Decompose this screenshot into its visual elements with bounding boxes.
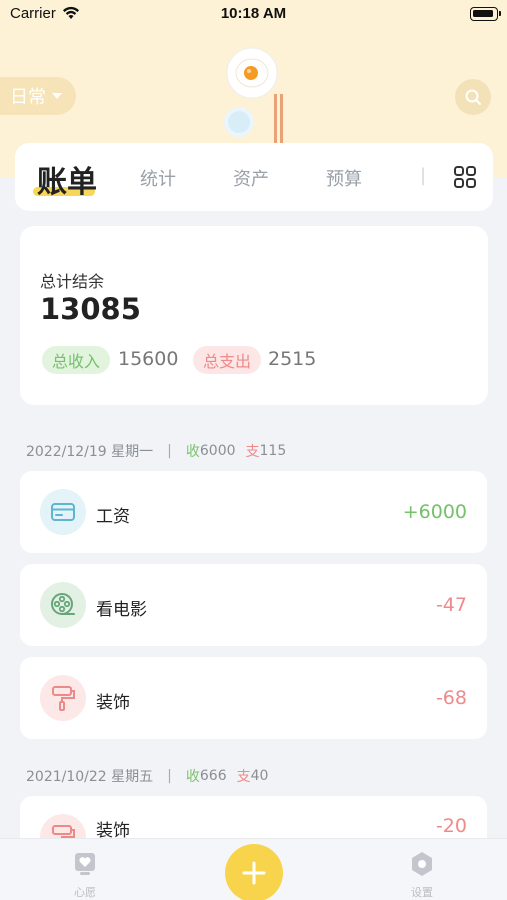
plus-icon [242, 861, 266, 885]
ledger-mode-selector[interactable]: 日常 [0, 77, 76, 115]
tab-bills-label: 账单 [37, 165, 97, 200]
day-date: 2022/12/19 星期一 [26, 444, 154, 460]
day-header: 2021/10/22 星期五 | 收 666 支 40 [26, 766, 268, 786]
status-bar: Carrier 10:18 AM [0, 0, 507, 30]
total-expense-value: 2515 [268, 348, 317, 370]
ledger-mode-label: 日常 [10, 87, 46, 108]
record-row[interactable]: 看电影 -47 [20, 564, 487, 646]
film-reel-icon [40, 582, 86, 628]
breakfast-illustration [224, 47, 283, 144]
tab-more-clipped[interactable]: | [420, 165, 434, 186]
record-amount: -47 [435, 594, 467, 616]
day-date: 2021/10/22 星期五 [26, 769, 154, 785]
balance-value: 13085 [40, 292, 141, 326]
total-income-badge: 总收入 [42, 346, 111, 374]
balance-summary-card: 总计结余 13085 总收入 15600 总支出 2515 [20, 226, 488, 405]
record-row[interactable]: 工资 +6000 [20, 471, 487, 553]
day-income-value: 666 [199, 768, 227, 784]
gear-icon [412, 852, 432, 876]
wallet-icon [40, 489, 86, 535]
tab-budget[interactable]: 预算 [326, 165, 362, 191]
day-income-value: 6000 [199, 443, 236, 459]
record-amount: -68 [435, 687, 467, 709]
day-income-label: 收 [185, 444, 200, 460]
nav-settings[interactable]: 设置 [392, 851, 452, 900]
day-expense-value: 40 [250, 768, 269, 784]
day-expense-value: 115 [259, 443, 287, 459]
search-button[interactable] [455, 79, 491, 115]
divider: | [167, 443, 172, 459]
nav-settings-label: 设置 [411, 886, 433, 899]
record-amount: +6000 [402, 501, 467, 523]
record-category: 装饰 [96, 693, 130, 713]
grid-menu-icon[interactable] [453, 165, 477, 189]
balance-label: 总计结余 [40, 272, 105, 291]
nav-wishlist-label: 心愿 [74, 886, 96, 899]
battery-icon [470, 7, 501, 21]
record-category: 工资 [96, 507, 130, 527]
top-tab-bar: 账单 统计 资产 预算 | [15, 143, 493, 211]
record-row[interactable]: 装饰 -68 [20, 657, 487, 739]
paint-roller-icon [40, 675, 86, 721]
day-expense-label: 支 [236, 769, 251, 785]
record-amount: -20 [435, 815, 467, 837]
nav-wishlist[interactable]: 心愿 [55, 851, 115, 900]
day-header: 2022/12/19 星期一 | 收 6000 支 115 [26, 441, 286, 461]
add-record-button[interactable] [225, 844, 283, 900]
caret-down-icon [52, 93, 62, 99]
day-income-label: 收 [185, 769, 200, 785]
tab-bills[interactable]: 账单 [33, 157, 97, 201]
tab-assets[interactable]: 资产 [233, 165, 269, 191]
wish-heart-icon [75, 853, 95, 875]
day-expense-label: 支 [245, 444, 260, 460]
search-icon [465, 89, 481, 105]
total-income-value: 15600 [118, 348, 179, 370]
tab-statistics[interactable]: 统计 [140, 165, 176, 191]
clock: 10:18 AM [220, 5, 287, 22]
divider: | [167, 768, 172, 784]
record-category: 看电影 [96, 600, 147, 620]
total-expense-badge: 总支出 [193, 346, 262, 374]
